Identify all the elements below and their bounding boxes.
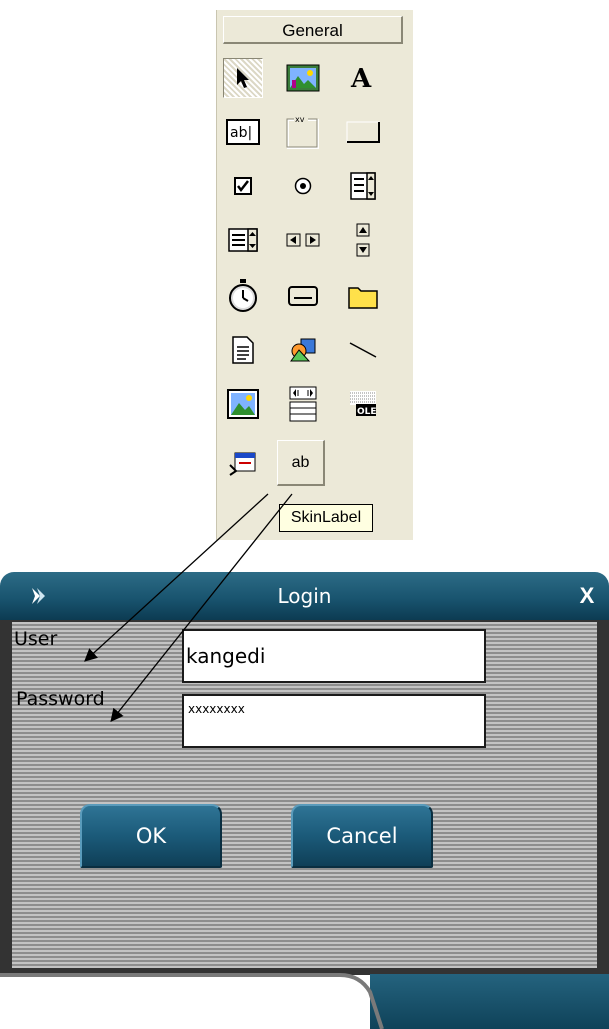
- skinform-tool[interactable]: [223, 444, 263, 484]
- skinlabel-tool-button[interactable]: ab: [277, 440, 325, 486]
- pointer-tool[interactable]: [223, 58, 263, 98]
- drivelistbox-tool[interactable]: [283, 276, 323, 316]
- shape-icon: [290, 338, 316, 362]
- toolbox-tab-general[interactable]: General: [223, 16, 403, 44]
- picturebox-tool[interactable]: [283, 58, 323, 98]
- password-input[interactable]: xxxxxxxx: [182, 694, 486, 748]
- vscrollbar-tool[interactable]: [343, 220, 383, 260]
- listbox-icon: [228, 228, 258, 252]
- commandbutton-icon: [346, 121, 380, 143]
- user-input[interactable]: kangedi: [182, 629, 486, 683]
- textbox-tool[interactable]: ab|: [223, 112, 263, 152]
- drivelistbox-icon: [288, 286, 318, 306]
- ole-icon: OLE: [350, 391, 377, 417]
- timer-tool[interactable]: [223, 276, 263, 316]
- password-label: Password: [16, 688, 105, 710]
- combobox-icon: [350, 172, 376, 200]
- filelistbox-tool[interactable]: [223, 330, 263, 370]
- image-icon: [227, 389, 259, 419]
- line-tool[interactable]: [343, 330, 383, 370]
- checkbox-icon: [234, 177, 252, 195]
- label-tool[interactable]: A: [343, 58, 383, 98]
- svg-text:ab|: ab|: [230, 125, 252, 141]
- filelistbox-icon: [232, 336, 254, 364]
- timer-icon: [229, 279, 257, 312]
- dirlistbox-icon: [348, 287, 378, 309]
- image-tool[interactable]: [223, 384, 263, 424]
- line-icon: [349, 342, 377, 358]
- frame-tool[interactable]: xv: [283, 112, 323, 152]
- ok-button[interactable]: OK: [80, 804, 222, 868]
- svg-text:A: A: [350, 65, 372, 91]
- hscrollbar-tool[interactable]: [283, 220, 323, 260]
- optionbutton-tool[interactable]: [283, 166, 323, 206]
- login-bottom-curve: [0, 973, 384, 1029]
- close-icon[interactable]: X: [576, 585, 598, 607]
- ole-icon-text: OLE: [357, 407, 377, 417]
- skinform-icon: [229, 452, 256, 476]
- skinlabel-tooltip: SkinLabel: [279, 504, 373, 532]
- data-tool[interactable]: [283, 384, 323, 424]
- picturebox-icon: [286, 64, 320, 92]
- checkbox-tool[interactable]: [223, 166, 263, 206]
- frame-icon: xv: [286, 114, 319, 149]
- optionbutton-icon: [294, 177, 312, 195]
- textbox-icon: ab|: [226, 119, 260, 145]
- data-icon: [289, 386, 317, 422]
- login-titlebar[interactable]: Login X: [0, 572, 609, 620]
- dirlistbox-tool[interactable]: [343, 276, 383, 316]
- svg-text:xv: xv: [295, 115, 305, 124]
- cancel-button[interactable]: Cancel: [291, 804, 433, 868]
- user-label: User: [14, 628, 58, 650]
- hscrollbar-icon: [286, 233, 320, 247]
- vscrollbar-icon: [356, 223, 370, 257]
- login-title: Login: [277, 584, 332, 608]
- shape-tool[interactable]: [283, 330, 323, 370]
- listbox-tool[interactable]: [223, 220, 263, 260]
- label-icon: A: [350, 65, 372, 91]
- commandbutton-tool[interactable]: [343, 112, 383, 152]
- combobox-tool[interactable]: [343, 166, 383, 206]
- ole-tool[interactable]: OLE: [343, 384, 383, 424]
- pointer-icon: [237, 68, 249, 88]
